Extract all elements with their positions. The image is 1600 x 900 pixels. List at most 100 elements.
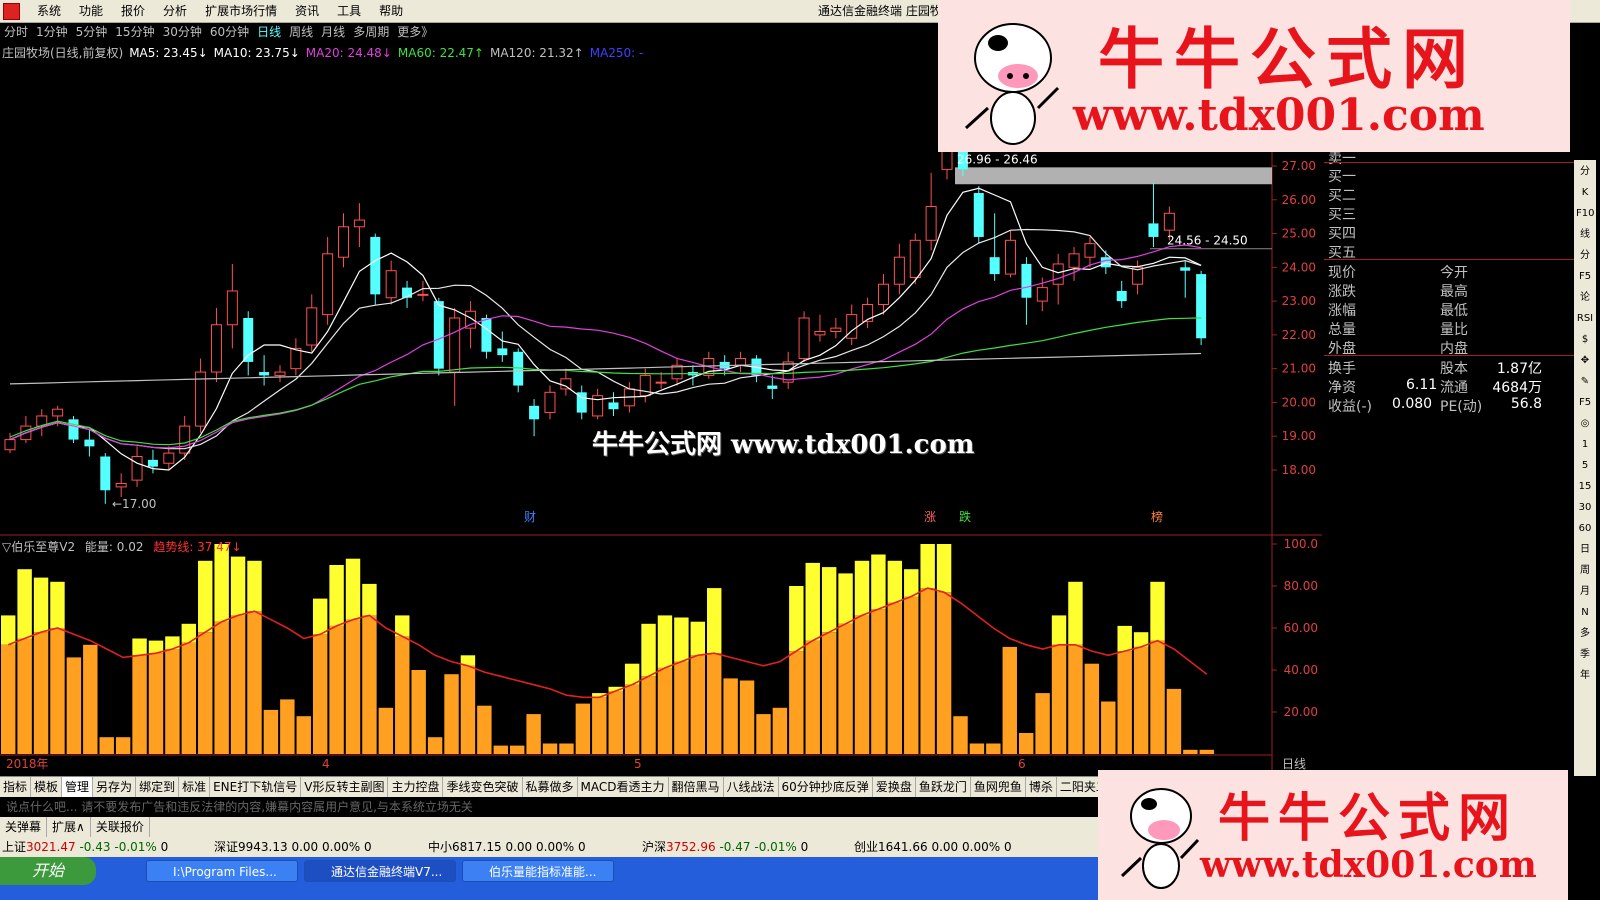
- taskbar-task[interactable]: 通达信金融终端V7...: [304, 860, 456, 882]
- indicator-panel[interactable]: 100.0 80.00 60.00 40.00 20.00 2018年 4 5 6 日线 ▽伯乐至…: [0, 536, 1322, 776]
- energy-bar[interactable]: [559, 743, 574, 755]
- index-quote[interactable]: 中小6817.15 0.00 0.00% 0: [428, 837, 586, 857]
- sub-tab[interactable]: 扩展∧: [47, 817, 91, 837]
- tool-button[interactable]: F5: [1576, 394, 1594, 412]
- tool-button[interactable]: 线: [1576, 226, 1594, 244]
- formula-tab[interactable]: 60分钟抄底反弹: [779, 777, 873, 797]
- menu-item[interactable]: 扩展市场行情: [196, 0, 286, 22]
- energy-bar[interactable]: [1, 615, 16, 754]
- candle[interactable]: [973, 186, 984, 244]
- energy-bar[interactable]: [1166, 688, 1182, 754]
- formula-tab[interactable]: 标准: [179, 777, 211, 797]
- formula-tab[interactable]: 季线变色突破: [443, 777, 523, 797]
- index-quote[interactable]: 沪深3752.96 -0.47 -0.01% 0: [642, 837, 808, 857]
- period-tab[interactable]: 多周期: [349, 23, 393, 42]
- tool-button[interactable]: 日: [1576, 541, 1594, 559]
- tool-button[interactable]: 周: [1576, 562, 1594, 580]
- tool-button[interactable]: 15: [1576, 478, 1594, 496]
- energy-bar[interactable]: [1002, 646, 1017, 754]
- energy-bar[interactable]: [657, 615, 673, 754]
- indicator-chart[interactable]: 100.0 80.00 60.00 40.00 20.00 2018年 4 5 6 日线: [0, 536, 1322, 776]
- energy-bar[interactable]: [1133, 632, 1149, 754]
- energy-bar[interactable]: [296, 716, 311, 754]
- period-tab[interactable]: 日线: [253, 23, 285, 42]
- formula-tab[interactable]: 指标: [0, 777, 32, 797]
- energy-bar[interactable]: [115, 737, 131, 754]
- period-tab[interactable]: 1分钟: [32, 23, 72, 42]
- formula-tab[interactable]: 八线战法: [724, 777, 779, 797]
- menu-item[interactable]: 报价: [112, 0, 154, 22]
- energy-bar[interactable]: [592, 693, 607, 754]
- energy-bar[interactable]: [247, 560, 262, 754]
- energy-bar[interactable]: [1084, 663, 1100, 754]
- menu-item[interactable]: 系统: [28, 0, 70, 22]
- energy-bar[interactable]: [345, 558, 361, 754]
- energy-bar[interactable]: [707, 588, 722, 754]
- energy-bar[interactable]: [986, 743, 1001, 755]
- energy-bar[interactable]: [280, 699, 295, 754]
- energy-bar[interactable]: [871, 554, 886, 755]
- energy-bar[interactable]: [214, 544, 229, 754]
- energy-bar[interactable]: [723, 678, 738, 754]
- taskbar-task[interactable]: 伯乐量能指标准能...: [462, 860, 614, 882]
- event-marker[interactable]: 财: [524, 510, 536, 524]
- tool-button[interactable]: ✥: [1576, 352, 1594, 370]
- energy-bar[interactable]: [838, 573, 853, 754]
- tool-button[interactable]: 60: [1576, 520, 1594, 538]
- danmu-input[interactable]: 说点什么吧... 请不要发布广告和违反法律的内容,嫌幕内容属用户意见,与本系统立…: [0, 797, 1136, 817]
- energy-bar[interactable]: [1035, 693, 1050, 754]
- formula-tab[interactable]: MACD看透主力: [578, 777, 669, 797]
- energy-bar[interactable]: [329, 565, 344, 754]
- energy-bar[interactable]: [66, 657, 82, 754]
- period-tab[interactable]: 60分钟: [206, 23, 253, 42]
- energy-bar[interactable]: [165, 636, 180, 754]
- sub-tab[interactable]: 关弹幕: [0, 817, 48, 837]
- indicator-name[interactable]: ▽伯乐至尊V2: [2, 540, 75, 554]
- formula-tab[interactable]: 鱼跃龙门: [916, 777, 971, 797]
- candle[interactable]: [798, 311, 810, 362]
- tool-button[interactable]: F5: [1576, 268, 1594, 286]
- period-tab[interactable]: 月线: [317, 23, 349, 42]
- energy-bar[interactable]: [821, 567, 837, 754]
- tool-button[interactable]: 5: [1576, 457, 1594, 475]
- taskbar-task[interactable]: I:\Program Files...: [146, 860, 298, 882]
- energy-bar[interactable]: [756, 714, 771, 754]
- energy-bar[interactable]: [263, 709, 279, 754]
- energy-bar[interactable]: [805, 562, 820, 754]
- tool-button[interactable]: 30: [1576, 499, 1594, 517]
- tool-button[interactable]: 季: [1576, 646, 1594, 664]
- energy-bar[interactable]: [1199, 749, 1214, 754]
- energy-bar[interactable]: [789, 586, 804, 754]
- tool-button[interactable]: K: [1576, 184, 1594, 202]
- event-marker[interactable]: 榜: [1151, 509, 1163, 524]
- energy-bar[interactable]: [1101, 701, 1116, 755]
- formula-tab[interactable]: 管理: [62, 777, 94, 797]
- energy-bar[interactable]: [1117, 625, 1132, 754]
- energy-bar[interactable]: [460, 655, 476, 754]
- energy-bar[interactable]: [444, 674, 459, 754]
- formula-tab[interactable]: 鱼网兜鱼: [971, 777, 1026, 797]
- energy-bar[interactable]: [575, 703, 591, 754]
- period-tab[interactable]: 更多》: [393, 23, 437, 42]
- tool-button[interactable]: 多: [1576, 625, 1594, 643]
- energy-bar[interactable]: [690, 621, 706, 754]
- tool-button[interactable]: 分: [1576, 163, 1594, 181]
- menu-item[interactable]: 功能: [70, 0, 112, 22]
- tool-button[interactable]: 月: [1576, 583, 1594, 601]
- energy-bar[interactable]: [936, 544, 952, 754]
- candle[interactable]: [1196, 270, 1207, 346]
- energy-bar[interactable]: [362, 583, 377, 754]
- energy-bar[interactable]: [509, 745, 525, 754]
- energy-bar[interactable]: [99, 737, 114, 754]
- energy-bar[interactable]: [887, 560, 903, 754]
- energy-bar[interactable]: [920, 544, 935, 754]
- event-marker[interactable]: 跌: [959, 509, 971, 524]
- energy-bar[interactable]: [198, 560, 213, 754]
- energy-bar[interactable]: [739, 680, 755, 755]
- menu-item[interactable]: 分析: [154, 0, 196, 22]
- energy-bar[interactable]: [427, 737, 443, 754]
- candle[interactable]: [909, 233, 921, 285]
- tool-button[interactable]: 1: [1576, 436, 1594, 454]
- energy-bar[interactable]: [953, 716, 968, 754]
- formula-tab[interactable]: ENE打下轨信号: [210, 777, 302, 797]
